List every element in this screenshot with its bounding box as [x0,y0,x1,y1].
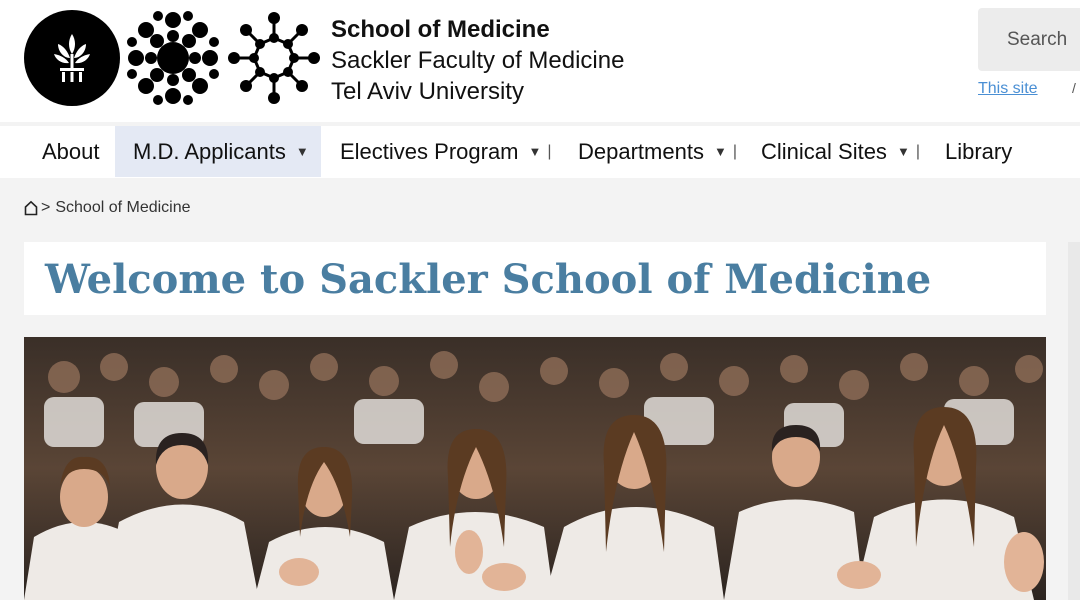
search-scope-this-site-link[interactable]: This site [978,80,1038,98]
search-scope-separator: / [1072,80,1076,96]
nav-separator: | [732,142,737,160]
chevron-down-icon[interactable]: ▼ [897,144,910,159]
tau-emblem-icon[interactable] [24,10,120,106]
hero-image [24,337,1046,600]
search-label: Search [1007,29,1068,50]
nav-item-clinical-sites[interactable]: Clinical Sites ▼ | [761,126,931,177]
nav-item-electives-program[interactable]: Electives Program ▼ | [340,126,560,177]
site-title-line3: Tel Aviv University [331,78,524,105]
chevron-down-icon[interactable]: ▼ [529,144,542,159]
breadcrumb-separator: > [41,199,51,216]
nav-item-about[interactable]: About [24,126,114,177]
site-title-line1: School of Medicine [331,16,550,43]
site-header: School of Medicine Sackler Faculty of Me… [0,0,1080,122]
cell-dots-logo-icon [124,8,222,108]
nav-item-label: M.D. Applicants [133,138,286,164]
home-icon[interactable] [24,200,38,216]
nav-separator: | [547,142,552,160]
nav-item-library[interactable]: Library [945,126,1025,177]
breadcrumb-current: School of Medicine [55,199,191,216]
site-title[interactable]: School of Medicine Sackler Faculty of Me… [331,14,624,107]
nav-item-label: Electives Program [340,138,519,164]
nav-item-label: Clinical Sites [761,138,887,164]
main-nav: About M.D. Applicants ▼ Electives Progra… [0,126,1080,178]
nav-separator: | [915,142,920,160]
site-title-line2: Sackler Faculty of Medicine [331,47,625,74]
nav-item-label: Departments [578,138,704,164]
breadcrumb: > School of Medicine [24,199,191,217]
title-card: Welcome to Sackler School of Medicine [24,242,1046,315]
nav-item-departments[interactable]: Departments ▼ | [578,126,748,177]
nav-item-label: Library [945,138,1013,164]
nav-item-md-applicants[interactable]: M.D. Applicants ▼ [115,126,321,177]
chevron-down-icon[interactable]: ▼ [714,144,727,159]
page-title: Welcome to Sackler School of Medicine [45,256,932,303]
right-sidebar-edge [1068,242,1080,600]
chevron-down-icon[interactable]: ▼ [296,144,309,159]
nav-item-label: About [42,138,100,164]
molecule-logo-icon [224,8,324,108]
